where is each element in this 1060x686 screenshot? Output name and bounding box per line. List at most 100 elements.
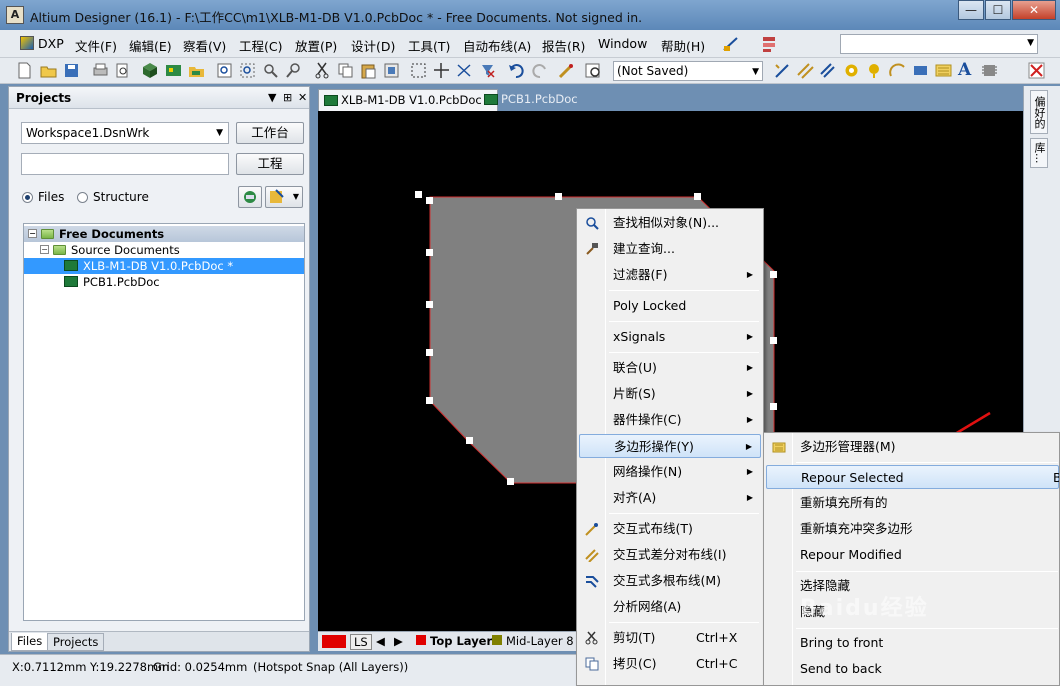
menu-help[interactable]: 帮助(H) <box>661 36 705 55</box>
pad-icon[interactable] <box>843 62 860 79</box>
tree-doc-row[interactable]: PCB1.PcbDoc <box>24 274 304 290</box>
menu-item-analyze-net[interactable]: 分析网络(A) <box>579 595 761 619</box>
dxp-icon[interactable] <box>20 36 34 50</box>
tab-files[interactable]: Files <box>11 633 49 651</box>
cut-icon[interactable] <box>314 62 331 79</box>
maximize-button[interactable]: ☐ <box>985 0 1011 20</box>
tab-document[interactable]: PCB1.PcbDoc <box>479 89 584 111</box>
fill-icon[interactable] <box>912 62 929 79</box>
menu-item-component-actions[interactable]: 器件操作(C) ▶ <box>579 408 761 432</box>
menu-place[interactable]: 放置(P) <box>295 36 337 55</box>
tree-doc-row[interactable]: XLB-M1-DB V1.0.PcbDoc * <box>24 258 304 274</box>
structure-radio[interactable] <box>77 192 88 203</box>
cross-probe-icon[interactable] <box>558 62 575 79</box>
close-panel-icon[interactable]: ✕ <box>298 91 307 104</box>
menu-item-diff-pair-routing[interactable]: 交互式差分对布线(I) <box>579 543 761 567</box>
menu-item-build-query[interactable]: 建立查询... <box>579 237 761 261</box>
menu-project[interactable]: 工程(C) <box>239 36 282 55</box>
menu-item-repour-violating[interactable]: 重新填充冲突多边形 <box>766 517 1059 541</box>
workspace-select[interactable]: Workspace1.DsnWrk ▼ <box>21 122 229 144</box>
print-icon[interactable] <box>92 62 109 79</box>
collapse-icon[interactable]: − <box>40 245 49 254</box>
tab-projects[interactable]: Projects <box>47 633 105 651</box>
select-area-icon[interactable] <box>410 62 427 79</box>
menu-item-xsignals[interactable]: xSignals ▶ <box>579 325 761 349</box>
clear-errors-icon[interactable] <box>1028 62 1045 79</box>
files-radio[interactable] <box>22 192 33 203</box>
menu-item-copy[interactable]: 拷贝(C) Ctrl+C <box>579 652 761 676</box>
menu-item-snippets[interactable]: 片断(S) ▶ <box>579 382 761 406</box>
menu-view[interactable]: 察看(V) <box>183 36 226 55</box>
layer-scroll-left-icon[interactable]: ◀ <box>376 634 385 648</box>
route-track-icon[interactable] <box>774 62 791 79</box>
menu-window[interactable]: Window <box>598 36 647 51</box>
collapse-icon[interactable]: − <box>28 229 37 238</box>
workspace-button[interactable]: 工作台 <box>236 122 304 144</box>
move-icon[interactable] <box>433 62 450 79</box>
menu-item-repour-all[interactable]: 重新填充所有的 <box>766 491 1059 515</box>
current-layer-swatch[interactable] <box>322 635 346 648</box>
minimize-button[interactable]: — <box>958 0 984 20</box>
save-icon[interactable] <box>63 62 80 79</box>
menu-item-send-to-back[interactable]: Send to back <box>766 657 1059 681</box>
tree-group-row[interactable]: − Source Documents <box>24 242 304 258</box>
ls-button[interactable]: LS <box>350 634 372 650</box>
menu-item-repour-modified[interactable]: Repour Modified <box>766 543 1059 567</box>
menu-item-cut[interactable]: 剪切(T) Ctrl+X <box>579 626 761 650</box>
menu-item-polygon-manager[interactable]: 多边形管理器(M) <box>766 435 1059 459</box>
menu-item-union[interactable]: 联合(U) ▶ <box>579 356 761 380</box>
layer-scroll-right-icon[interactable]: ▶ <box>394 634 403 648</box>
menu-tools[interactable]: 工具(T) <box>408 36 450 55</box>
menu-item-net-actions[interactable]: 网络操作(N) ▶ <box>579 460 761 484</box>
menu-design[interactable]: 设计(D) <box>351 36 395 55</box>
menu-item-multi-routing[interactable]: 交互式多根布线(M) <box>579 569 761 593</box>
copy-icon[interactable] <box>337 62 354 79</box>
pin-icon[interactable]: ⊞ <box>283 91 292 104</box>
move-selection-icon[interactable] <box>456 62 473 79</box>
project-options-button[interactable]: ▼ <box>265 186 303 208</box>
deselect-icon[interactable] <box>479 62 496 79</box>
menu-autoroute[interactable]: 自动布线(A) <box>463 36 531 55</box>
tab-libraries[interactable]: 库... <box>1030 138 1048 168</box>
menu-item-polygon-actions[interactable]: 多边形操作(Y) ▶ <box>579 434 761 458</box>
tab-favorites[interactable]: 偏好的 <box>1030 90 1048 134</box>
route-multiple-icon[interactable] <box>820 62 837 79</box>
top-combo[interactable]: ▼ <box>840 34 1038 54</box>
polygon-pour-icon[interactable] <box>935 62 952 79</box>
redo-icon[interactable] <box>531 62 548 79</box>
menu-item-find-similar[interactable]: 查找相似对象(N)... <box>579 211 761 235</box>
tab-document[interactable]: XLB-M1-DB V1.0.PcbDoc * <box>318 89 499 111</box>
menu-dxp[interactable]: DXP <box>38 36 64 51</box>
open-icon[interactable] <box>40 62 57 79</box>
board-icon[interactable] <box>165 62 182 79</box>
arc-icon[interactable] <box>889 62 906 79</box>
zoom-fit-icon[interactable] <box>216 62 233 79</box>
menu-item-filter[interactable]: 过滤器(F) ▶ <box>579 263 761 287</box>
menu-item-repour-selected[interactable]: Repour Selected B <box>766 465 1059 489</box>
zoom-filter-icon[interactable] <box>285 62 302 79</box>
tab-mid-layer-8[interactable]: Mid-Layer 8 <box>506 634 574 648</box>
via-icon[interactable] <box>866 62 883 79</box>
close-button[interactable]: ✕ <box>1012 0 1056 20</box>
string-icon[interactable]: A <box>958 62 975 79</box>
view-config-icon[interactable] <box>760 35 778 53</box>
browse-components-icon[interactable] <box>585 62 602 79</box>
paste-icon[interactable] <box>360 62 377 79</box>
new-icon[interactable] <box>16 62 33 79</box>
folder-board-icon[interactable] <box>188 62 205 79</box>
tree-root-row[interactable]: − Free Documents <box>24 226 304 242</box>
menu-item-poly-locked[interactable]: Poly Locked <box>579 294 761 318</box>
3d-view-icon[interactable] <box>142 62 159 79</box>
menu-reports[interactable]: 报告(R) <box>542 36 585 55</box>
tab-top-layer[interactable]: Top Layer <box>430 634 492 648</box>
undo-icon[interactable] <box>508 62 525 79</box>
print-preview-icon[interactable] <box>114 62 131 79</box>
menu-edit[interactable]: 编辑(E) <box>129 36 172 55</box>
menu-item-bring-to-front[interactable]: Bring to front <box>766 631 1059 655</box>
layer-set-icon[interactable] <box>722 35 740 53</box>
menu-file[interactable]: 文件(F) <box>75 36 117 55</box>
variant-combo[interactable]: (Not Saved) ▼ <box>613 61 763 81</box>
compile-button[interactable] <box>238 186 262 208</box>
panel-menu-icon[interactable]: ▼ <box>268 91 276 104</box>
project-button[interactable]: 工程 <box>236 153 304 175</box>
